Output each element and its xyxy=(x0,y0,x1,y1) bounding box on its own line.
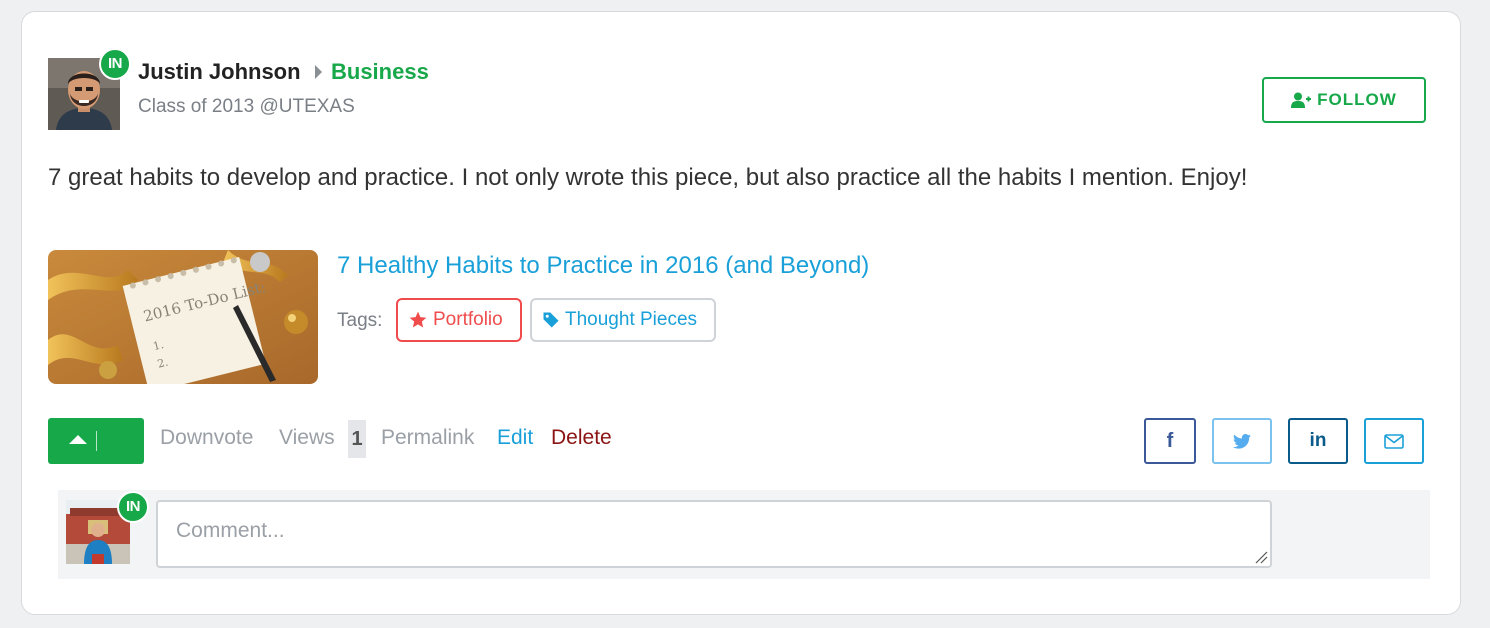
downvote-link[interactable]: Downvote xyxy=(160,426,253,450)
in-badge: IN xyxy=(99,48,131,80)
edit-link[interactable]: Edit xyxy=(497,426,533,450)
facebook-icon: f xyxy=(1166,429,1174,452)
twitter-icon xyxy=(1233,433,1251,449)
arrow-up-icon xyxy=(69,435,87,444)
caret-right-icon xyxy=(315,65,322,79)
views-count: 1 xyxy=(348,420,366,458)
permalink-link[interactable]: Permalink xyxy=(381,426,474,450)
star-icon xyxy=(409,311,427,328)
in-badge: IN xyxy=(117,491,149,523)
tag-label: Thought Pieces xyxy=(565,309,698,330)
follow-button[interactable]: FOLLOW xyxy=(1262,77,1426,123)
tags-label: Tags: xyxy=(337,310,383,331)
tag-label: Portfolio xyxy=(433,309,503,330)
views-label: Views xyxy=(279,426,335,449)
divider xyxy=(96,431,97,451)
tag-thought-pieces[interactable]: Thought Pieces xyxy=(530,298,716,342)
tag-portfolio[interactable]: Portfolio xyxy=(396,298,522,342)
user-plus-icon xyxy=(1291,92,1312,108)
delete-link[interactable]: Delete xyxy=(551,426,612,450)
comment-input[interactable] xyxy=(156,500,1272,568)
post-body: 7 great habits to develop and practice. … xyxy=(48,164,1248,191)
category-link[interactable]: Business xyxy=(331,59,429,85)
linkedin-icon: in xyxy=(1309,430,1327,451)
resize-grip-icon[interactable] xyxy=(1254,550,1268,564)
author-subline: Class of 2013 @UTEXAS xyxy=(138,96,355,117)
article-title-link[interactable]: 7 Healthy Habits to Practice in 2016 (an… xyxy=(337,252,869,280)
share-facebook-button[interactable]: f xyxy=(1144,418,1196,464)
share-twitter-button[interactable] xyxy=(1212,418,1272,464)
upvote-button[interactable]: 1 xyxy=(48,418,170,464)
author-name[interactable]: Justin Johnson xyxy=(138,59,301,85)
share-email-button[interactable] xyxy=(1364,418,1424,464)
article-thumbnail[interactable]: 2016 To-Do List: 1. 2. xyxy=(48,250,318,384)
follow-label: FOLLOW xyxy=(1317,90,1397,109)
tag-icon xyxy=(543,312,559,328)
share-linkedin-button[interactable]: in xyxy=(1288,418,1348,464)
envelope-icon xyxy=(1384,433,1404,449)
